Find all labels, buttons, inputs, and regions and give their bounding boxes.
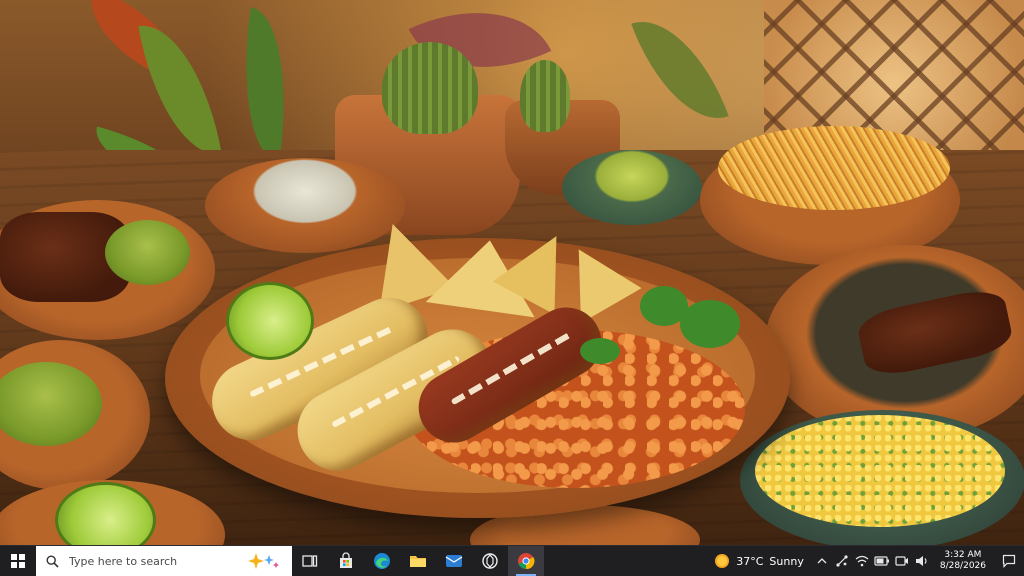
weather-temperature: 37°C <box>736 554 764 568</box>
start-button[interactable] <box>0 546 36 576</box>
cilantro <box>580 338 620 364</box>
wifi-icon <box>855 555 869 567</box>
lime-wedge <box>226 282 314 360</box>
plant-leaf <box>138 15 222 165</box>
wifi-tray-button[interactable] <box>852 546 872 576</box>
clock-date: 8/28/2026 <box>939 561 986 571</box>
file-explorer-icon <box>410 556 426 567</box>
mexican-rice <box>755 415 1005 527</box>
cactus <box>382 42 478 134</box>
plant-leaf <box>631 3 729 137</box>
notification-icon <box>1002 554 1016 568</box>
edge-button[interactable] <box>364 546 400 576</box>
battery-tray-button[interactable] <box>872 546 892 576</box>
weather-widget[interactable]: 37°C Sunny <box>706 546 812 576</box>
chevron-up-icon <box>817 558 827 564</box>
search-highlight-sparkle-icon[interactable] <box>242 551 282 571</box>
microsoft-store-icon <box>340 552 352 568</box>
clock-time: 3:32 AM <box>944 550 982 560</box>
network-tray-button[interactable] <box>832 546 852 576</box>
taskbar: 37°C Sunny <box>0 545 1024 576</box>
desktop-wallpaper <box>0 0 1024 545</box>
mail-button[interactable] <box>436 546 472 576</box>
notifications-button[interactable] <box>994 546 1024 576</box>
chrome-icon <box>518 553 535 570</box>
file-explorer-button[interactable] <box>400 546 436 576</box>
cilantro <box>680 300 740 348</box>
chrome-button[interactable] <box>508 546 544 576</box>
webcam-icon <box>895 556 908 566</box>
show-hidden-icons-button[interactable] <box>812 546 832 576</box>
weather-condition: Sunny <box>769 554 804 568</box>
mail-icon <box>445 555 463 567</box>
speaker-icon <box>915 556 927 566</box>
search-input[interactable] <box>67 553 241 569</box>
search-icon <box>46 554 59 568</box>
network-icon <box>836 555 848 567</box>
fried-onions <box>718 126 950 210</box>
task-view-icon <box>302 555 318 567</box>
chatgpt-button[interactable] <box>472 546 508 576</box>
battery-icon <box>874 556 889 566</box>
sun-icon <box>715 554 730 568</box>
plant-leaf <box>229 7 301 163</box>
windows-logo-icon <box>11 554 25 568</box>
edge-icon <box>374 553 390 569</box>
nopales <box>105 220 190 285</box>
taskbar-search-box[interactable] <box>36 546 292 576</box>
task-view-button[interactable] <box>292 546 328 576</box>
microsoft-store-button[interactable] <box>328 546 364 576</box>
taskbar-clock[interactable]: 3:32 AM 8/28/2026 <box>932 546 994 576</box>
volume-tray-button[interactable] <box>912 546 932 576</box>
cactus <box>520 60 570 132</box>
bowl-pico <box>562 150 702 225</box>
chatgpt-icon <box>482 553 498 569</box>
system-tray: 37°C Sunny 3:32 AM 8/28/2026 <box>706 546 1024 576</box>
webcam-tray-button[interactable] <box>892 546 912 576</box>
